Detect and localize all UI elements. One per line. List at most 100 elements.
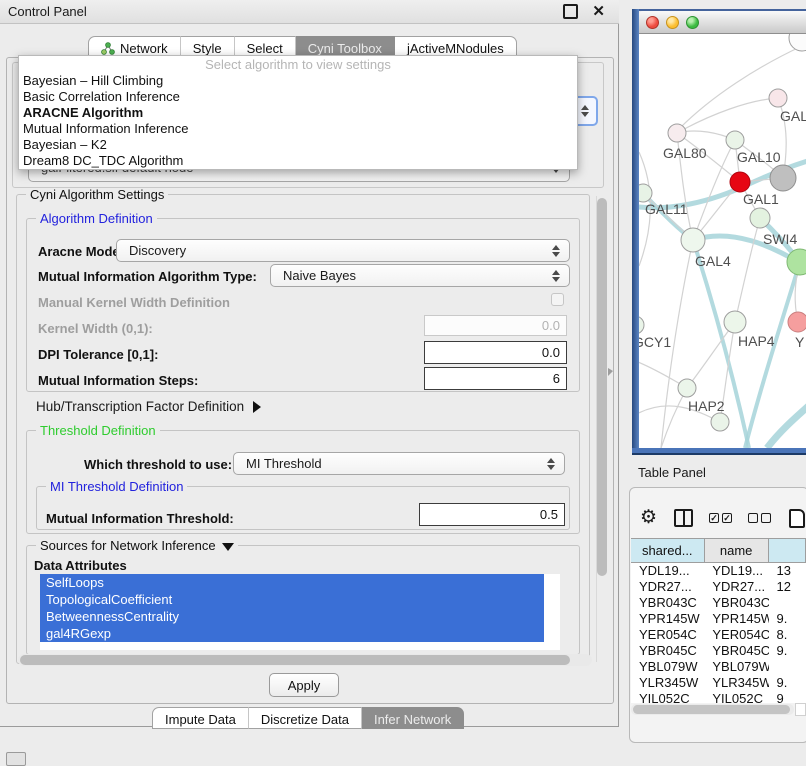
table-row[interactable]: YBL079WYBL079W: [631, 659, 806, 675]
node-hap4[interactable]: [724, 311, 746, 333]
column-header-clipped[interactable]: [769, 538, 806, 563]
kernel-width-label: Kernel Width (0,1):: [38, 321, 153, 336]
algorithm-option[interactable]: Dream8 DC_TDC Algorithm: [19, 153, 577, 169]
node-gal10[interactable]: [726, 131, 744, 149]
kernel-width-field[interactable]: [424, 315, 567, 336]
node-red-selected[interactable]: [730, 172, 750, 192]
tab-label: Select: [247, 41, 283, 56]
network-window-titlebar[interactable]: [639, 11, 806, 34]
cell: YBR045C: [631, 643, 704, 659]
zoom-button[interactable]: [686, 16, 699, 29]
collapse-arrow-icon: [222, 543, 234, 551]
node-label: GAL80: [663, 145, 707, 161]
algorithm-option-selected[interactable]: ARACNE Algorithm: [19, 105, 577, 121]
network-icon: [101, 42, 115, 55]
node-gcy1[interactable]: [639, 316, 644, 334]
list-item[interactable]: BetweennessCentrality: [40, 608, 544, 625]
node-partial-top[interactable]: [789, 34, 806, 51]
network-window-left-frame: [632, 9, 639, 455]
table-row[interactable]: YBR043CYBR043C: [631, 595, 806, 611]
tab-infer-network[interactable]: Infer Network: [362, 707, 464, 729]
table-row[interactable]: YBR045CYBR045C9.: [631, 643, 806, 659]
node-label: GAL11: [645, 201, 688, 217]
node-label: GAL1: [743, 191, 779, 207]
combo-arrows-icon: [552, 245, 560, 257]
which-threshold-combobox[interactable]: MI Threshold: [233, 452, 565, 475]
list-item[interactable]: gal4RGexp: [40, 625, 544, 642]
node-hap2[interactable]: [678, 379, 696, 397]
table-panel-title: Table Panel: [638, 465, 706, 480]
node-label: Y: [795, 334, 805, 350]
manual-kernel-checkbox[interactable]: [551, 293, 564, 306]
network-window-bottom-frame: [632, 448, 806, 455]
vertical-scrollbar-thumb[interactable]: [597, 198, 607, 576]
list-item[interactable]: SelfLoops: [40, 574, 544, 591]
node-label: SWI4: [763, 231, 797, 247]
select-all-columns-icon[interactable]: ✓✓: [709, 513, 732, 523]
mi-steps-field[interactable]: [424, 367, 567, 390]
table-row[interactable]: YLR345WYLR345W9.: [631, 675, 806, 691]
float-window-icon[interactable]: [563, 4, 578, 19]
node-partial-bottom[interactable]: [711, 413, 729, 431]
close-icon[interactable]: ✕: [592, 6, 605, 17]
algorithm-option[interactable]: Mutual Information Inference: [19, 121, 577, 137]
cell: 9.: [769, 675, 806, 691]
data-attributes-label: Data Attributes: [34, 558, 127, 573]
tab-impute-data[interactable]: Impute Data: [152, 707, 249, 729]
deselect-all-columns-icon[interactable]: [748, 513, 771, 523]
minimize-button[interactable]: [666, 16, 679, 29]
list-item[interactable]: TopologicalCoefficient: [40, 591, 544, 608]
mi-threshold-field[interactable]: [419, 503, 565, 526]
data-attributes-list: SelfLoops TopologicalCoefficient Between…: [40, 574, 560, 650]
table-row[interactable]: YDL19...YDL19...13: [631, 563, 806, 579]
table-row[interactable]: YPR145WYPR145W9.: [631, 611, 806, 627]
aracne-mode-value: Discovery: [117, 243, 552, 258]
which-threshold-label: Which threshold to use:: [84, 457, 232, 472]
apply-label: Apply: [288, 678, 321, 693]
table-row[interactable]: YDR27...YDR27...12: [631, 579, 806, 595]
sources-group-title[interactable]: Sources for Network Inference: [36, 538, 238, 553]
mi-type-label: Mutual Information Algorithm Type:: [38, 269, 257, 284]
gear-icon[interactable]: ⚙: [640, 505, 657, 531]
column-split-icon[interactable]: [674, 509, 693, 527]
node-gray[interactable]: [770, 165, 796, 191]
group-title: Cyni Algorithm Settings: [26, 187, 168, 202]
hub-definition-expander[interactable]: Hub/Transcription Factor Definition: [36, 399, 261, 414]
minimized-panel-icon[interactable]: [6, 752, 26, 766]
table-row[interactable]: YIL052CYIL052C9: [631, 691, 806, 703]
node-gal80[interactable]: [668, 124, 686, 142]
apply-button[interactable]: Apply: [269, 673, 339, 697]
node-gal11[interactable]: [639, 184, 652, 202]
tab-discretize-data[interactable]: Discretize Data: [249, 707, 362, 729]
cell: YBR043C: [631, 595, 704, 611]
aracne-mode-combobox[interactable]: Discovery: [116, 239, 570, 262]
node-label: GAL4: [695, 253, 731, 269]
mouse-cursor: [608, 368, 613, 376]
new-table-icon[interactable]: [789, 509, 805, 528]
dpi-tolerance-field[interactable]: [424, 341, 567, 364]
algorithm-option[interactable]: Bayesian – Hill Climbing: [19, 73, 577, 89]
algorithm-option[interactable]: Basic Correlation Inference: [19, 89, 577, 105]
algorithm-option[interactable]: Bayesian – K2: [19, 137, 577, 153]
mi-steps-label: Mutual Information Steps:: [38, 373, 198, 388]
close-button[interactable]: [646, 16, 659, 29]
network-canvas[interactable]: GAL GAL80 GAL10 GAL1 GAL11 SWI4 GAL4 GCY…: [639, 34, 806, 448]
node-gal4[interactable]: [681, 228, 705, 252]
manual-kernel-label: Manual Kernel Width Definition: [38, 295, 230, 310]
horizontal-scrollbar-thumb[interactable]: [20, 655, 570, 665]
panel-title: Control Panel: [8, 4, 87, 19]
mi-type-combobox[interactable]: Naive Bayes: [270, 264, 570, 287]
table-header-row: shared... name: [631, 538, 806, 563]
node-label: HAP2: [688, 398, 725, 414]
node-salmon[interactable]: [788, 312, 806, 332]
table-row[interactable]: YER054CYER054C8.: [631, 627, 806, 643]
column-header[interactable]: shared...: [631, 538, 705, 563]
tab-label: Network: [120, 41, 168, 56]
column-header[interactable]: name: [705, 538, 769, 563]
tab-label: Discretize Data: [261, 712, 349, 727]
control-panel-titlebar: Control Panel ✕: [0, 0, 619, 24]
node-gal-partial[interactable]: [769, 89, 787, 107]
table-hscrollbar-thumb[interactable]: [633, 705, 790, 714]
node-gal1[interactable]: [750, 208, 770, 228]
cell: YBL079W: [704, 659, 768, 675]
